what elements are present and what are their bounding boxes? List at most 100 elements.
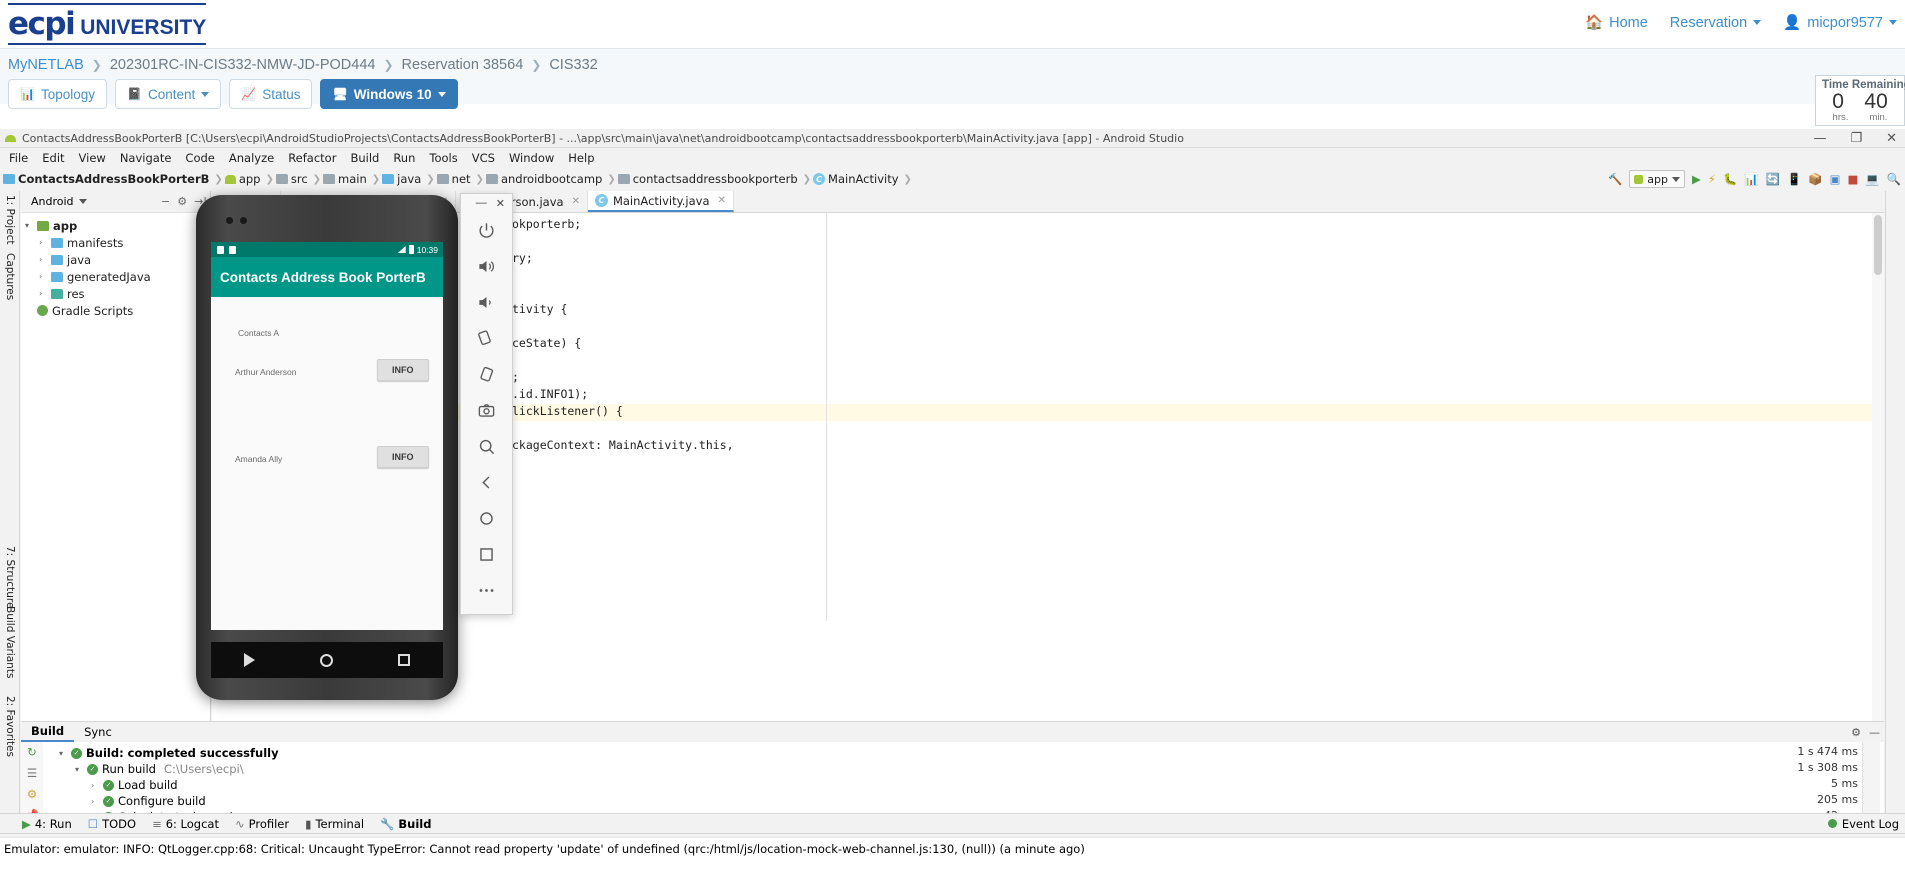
tool-button-profiler[interactable]: ∿ Profiler (235, 817, 289, 831)
home-icon[interactable] (461, 500, 512, 536)
tool-tab-structure[interactable]: 7: Structure (4, 546, 16, 608)
tab-windows-10[interactable]: 🖥 Windows 10 (320, 79, 458, 109)
editor-scrollbar[interactable] (1872, 213, 1884, 721)
hide-panel-icon[interactable]: — (1869, 726, 1880, 739)
search-everywhere-icon[interactable]: 🔍 (1887, 172, 1901, 186)
tool-button-todo[interactable]: ☐ TODO (88, 817, 136, 831)
tree-node-generatedjava[interactable]: › generatedJava (25, 268, 210, 285)
breadcrumb-item-0[interactable]: MyNETLAB (8, 57, 84, 73)
tool-button-logcat[interactable]: ≡ 6: Logcat (152, 817, 219, 831)
screenshot-camera-icon[interactable] (461, 392, 512, 428)
build-row[interactable]: ▾ ✓ Run build C:\Users\ecpi\ (45, 761, 1884, 777)
menu-vcs[interactable]: VCS (465, 149, 502, 167)
menu-help[interactable]: Help (561, 149, 601, 167)
rotate-left-icon[interactable] (461, 320, 512, 356)
navbar-item-mainactivity[interactable]: C MainActivity (813, 172, 899, 186)
navbar-item-java[interactable]: java (382, 172, 421, 186)
expand-arrow-icon[interactable]: ▾ (75, 765, 83, 774)
hammer-icon[interactable]: 🔨 (1608, 172, 1622, 186)
nav-reservation[interactable]: Reservation (1670, 15, 1762, 31)
sync-gradle-icon[interactable]: 🔄 (1766, 172, 1780, 186)
tool-tab-build-variants[interactable]: Build Variants (4, 606, 16, 678)
menu-navigate[interactable]: Navigate (113, 149, 179, 167)
apply-changes-icon[interactable]: ⚡ (1708, 172, 1716, 186)
zoom-icon[interactable] (461, 428, 512, 464)
expand-arrow-icon[interactable]: ▾ (59, 749, 67, 758)
navbar-item-net[interactable]: net (436, 172, 471, 186)
close-button[interactable]: ✕ (1882, 131, 1901, 146)
run-icon[interactable]: ▶ (1692, 172, 1701, 186)
back-icon[interactable] (461, 464, 512, 500)
build-row[interactable]: › ✓ Load build (45, 777, 1884, 793)
settings-gear-icon[interactable]: ⚙ (1851, 726, 1861, 739)
volume-down-icon[interactable] (461, 284, 512, 320)
tool-button-terminal[interactable]: ▮ Terminal (305, 817, 364, 831)
toggle-icon[interactable]: ⚙ (27, 787, 37, 801)
avd-manager-icon[interactable]: 📱 (1787, 172, 1801, 186)
expand-arrow-icon[interactable]: › (39, 289, 47, 298)
menu-build[interactable]: Build (343, 149, 386, 167)
back-triangle-icon[interactable] (243, 653, 255, 667)
recents-square-icon[interactable] (398, 654, 411, 666)
tool-button-run[interactable]: ▶ 4: Run (22, 817, 72, 831)
expand-arrow-icon[interactable]: › (91, 781, 99, 790)
volume-up-icon[interactable] (461, 248, 512, 284)
rotate-right-icon[interactable] (461, 356, 512, 392)
build-row[interactable]: ▾ ✓ Build: completed successfully (45, 745, 1884, 761)
breadcrumb-item-2[interactable]: Reservation 38564 (402, 57, 524, 73)
project-view-label[interactable]: Android (31, 195, 74, 208)
breadcrumb-item-3[interactable]: CIS332 (549, 57, 597, 73)
run-configuration-selector[interactable]: app (1629, 170, 1686, 188)
tool-tab-project[interactable]: 1: Project (4, 195, 16, 244)
tool-tab-captures[interactable]: Captures (4, 253, 16, 300)
expand-arrow-icon[interactable]: ▾ (25, 221, 33, 230)
home-circle-icon[interactable] (319, 653, 333, 667)
navbar-item-main[interactable]: main (323, 172, 367, 186)
menu-tools[interactable]: Tools (422, 149, 464, 167)
collapse-all-icon[interactable]: − (161, 195, 170, 208)
layout-inspector-icon[interactable]: ▣ (1830, 172, 1841, 186)
stop-icon[interactable]: ■ (1847, 172, 1858, 186)
minimize-button[interactable]: — (476, 197, 487, 209)
event-log-button[interactable]: Event Log (1827, 817, 1899, 831)
tree-node-app[interactable]: ▾ app (25, 217, 210, 234)
rerun-build-icon[interactable]: ↻ (27, 745, 37, 759)
expand-arrow-icon[interactable]: › (91, 797, 99, 806)
scrollbar-thumb[interactable] (1874, 215, 1882, 275)
menu-file[interactable]: File (2, 149, 35, 167)
maximize-button[interactable]: ❐ (1846, 131, 1866, 146)
tree-node-manifests[interactable]: › manifests (25, 234, 210, 251)
debug-icon[interactable]: 🐛 (1723, 172, 1737, 186)
navbar-item-androidbootcamp[interactable]: androidbootcamp (485, 172, 602, 186)
close-icon[interactable]: ✕ (718, 195, 726, 206)
power-icon[interactable] (461, 212, 512, 248)
menu-refactor[interactable]: Refactor (281, 149, 343, 167)
expand-arrow-icon[interactable]: › (39, 238, 47, 247)
sdk-manager-icon[interactable]: 📦 (1808, 172, 1822, 186)
tool-tab-favorites[interactable]: 2: Favorites (4, 696, 16, 757)
profile-icon[interactable]: 📊 (1744, 172, 1758, 186)
menu-view[interactable]: View (72, 149, 113, 167)
minimize-button[interactable]: — (1809, 131, 1830, 146)
contact-info-button-0[interactable]: INFO (377, 359, 429, 381)
tree-node-res[interactable]: › res (25, 285, 210, 302)
tool-button-build[interactable]: 🔧 Build (380, 817, 431, 831)
navbar-item-src[interactable]: src (275, 172, 308, 186)
settings-gear-icon[interactable]: ⚙ (177, 195, 187, 208)
menu-analyze[interactable]: Analyze (222, 149, 281, 167)
editor-tab-mainactivity[interactable]: C MainActivity.java ✕ (587, 191, 734, 212)
tab-content[interactable]: 📓 Content (115, 79, 222, 109)
menu-window[interactable]: Window (502, 149, 561, 167)
close-button[interactable]: ✕ (496, 197, 505, 210)
chevron-down-icon[interactable] (78, 199, 87, 204)
expand-arrow-icon[interactable]: › (39, 255, 47, 264)
navbar-item-project[interactable]: ContactsAddressBookPorterB (3, 172, 209, 186)
more-icon[interactable] (461, 572, 512, 608)
build-row[interactable]: › ✓ Configure build (45, 793, 1884, 809)
menu-edit[interactable]: Edit (35, 149, 71, 167)
build-tab-sync[interactable]: Sync (74, 722, 122, 742)
build-tab-build[interactable]: Build (21, 722, 75, 742)
breadcrumb-item-1[interactable]: 202301RC-IN-CIS332-NMW-JD-POD444 (110, 57, 376, 73)
menu-code[interactable]: Code (178, 149, 221, 167)
contact-info-button-1[interactable]: INFO (377, 446, 429, 468)
